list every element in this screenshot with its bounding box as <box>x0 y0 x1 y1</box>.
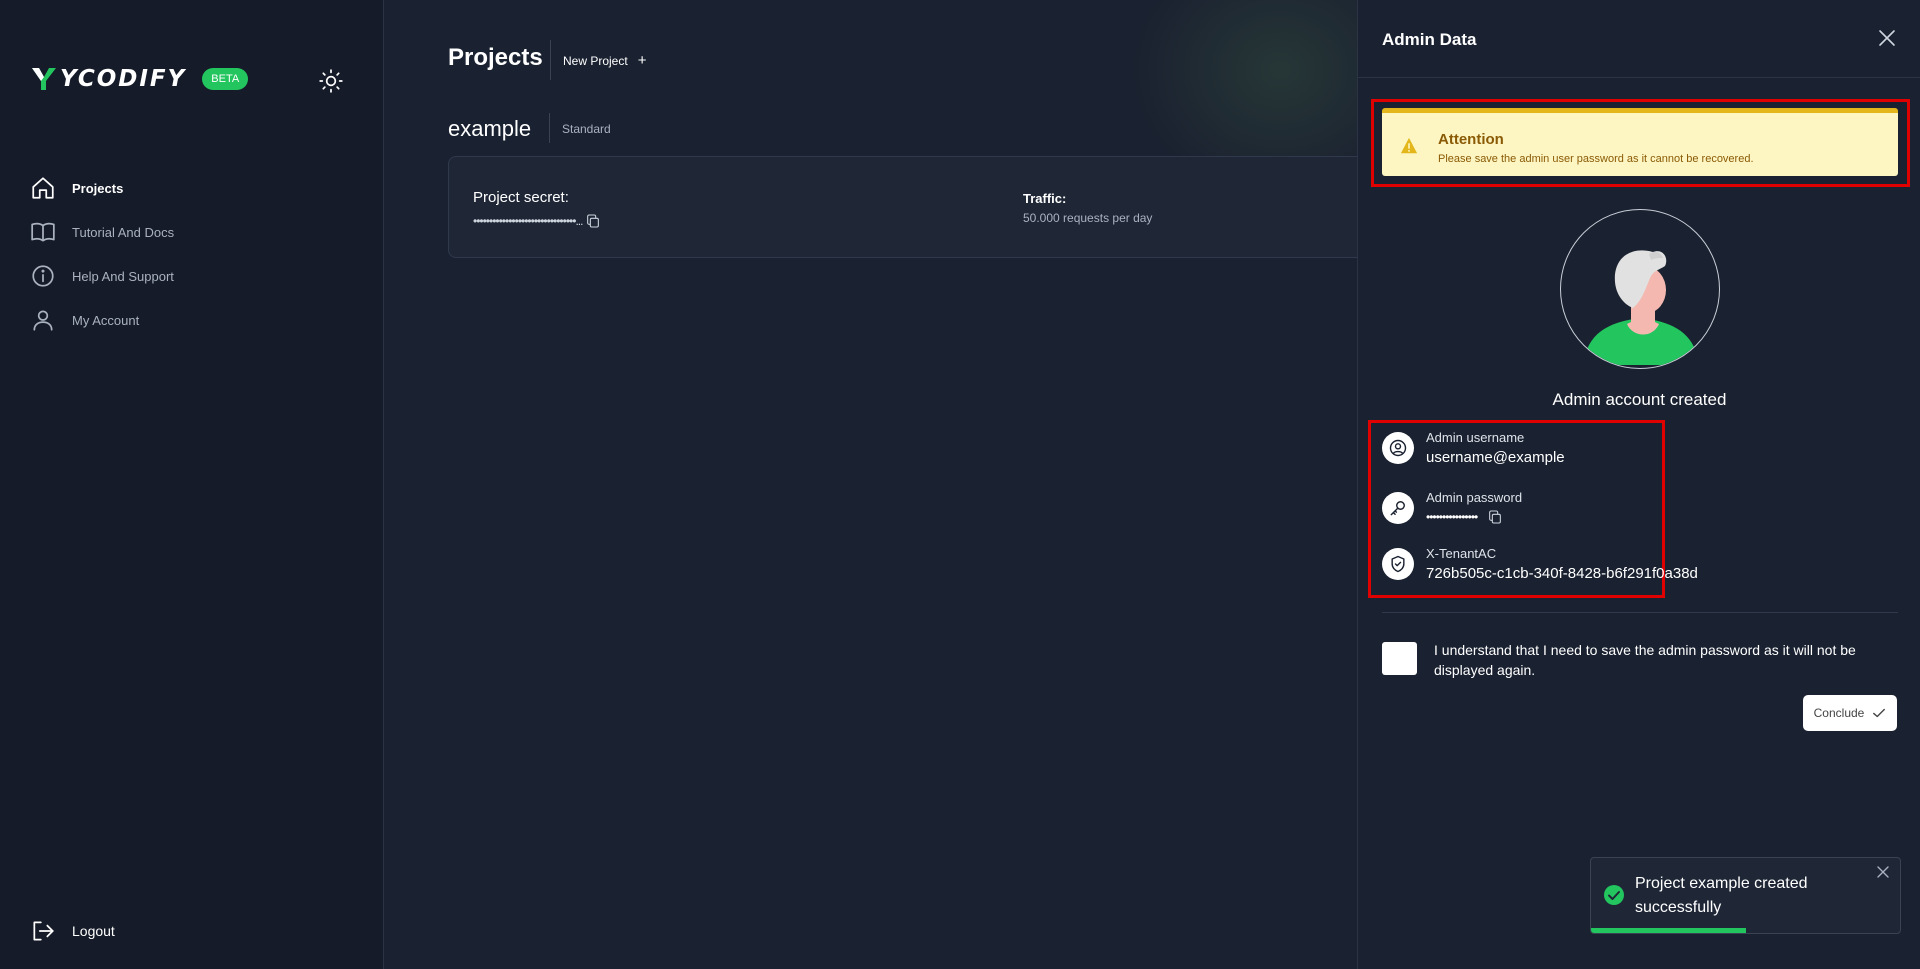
brand-name: YCODIFY <box>60 66 187 92</box>
project-divider <box>549 113 550 143</box>
close-icon[interactable] <box>1877 28 1897 48</box>
project-plan: Standard <box>562 122 611 136</box>
brand-logo[interactable]: YCODIFY BETA <box>30 66 249 92</box>
conclude-label: Conclude <box>1813 706 1865 720</box>
check-icon <box>1873 708 1886 718</box>
plus-icon: + <box>637 52 647 69</box>
alert-text: Please save the admin user password as i… <box>1438 153 1754 165</box>
user-circle-icon <box>1382 432 1414 464</box>
tenant-label: X-TenantAC <box>1426 546 1497 561</box>
admin-username-value: username@example <box>1426 449 1565 466</box>
logout-button[interactable]: Logout <box>30 918 115 944</box>
project-secret-label: Project secret: <box>473 189 569 206</box>
avatar <box>1560 209 1720 369</box>
logo-mark-icon <box>32 68 56 90</box>
sun-icon[interactable] <box>318 68 344 94</box>
sidebar-item-projects[interactable]: Projects <box>30 166 360 210</box>
sidebar-nav: Projects Tutorial And Docs Help And Supp… <box>30 166 360 342</box>
warning-icon <box>1400 137 1418 154</box>
logout-icon <box>33 921 54 941</box>
new-project-label: New Project <box>563 53 628 68</box>
sidebar-item-tutorial-and-docs[interactable]: Tutorial And Docs <box>30 210 360 254</box>
project-card[interactable]: Project secret: ••••••••••••••••••••••••… <box>448 156 1448 258</box>
sidebar-item-label: Projects <box>72 180 124 196</box>
key-icon <box>1382 491 1414 524</box>
confirm-text: I understand that I need to save the adm… <box>1434 642 1856 678</box>
drawer-header: Admin Data <box>1358 0 1920 78</box>
admin-password-masked: •••••••••••••••• <box>1426 510 1478 524</box>
sidebar-item-help-and-support[interactable]: Help And Support <box>30 254 360 298</box>
admin-data-drawer: Admin Data Attention Please save the adm… <box>1357 0 1920 969</box>
drawer-divider <box>1382 612 1898 613</box>
project-secret-value: ••••••••••••••••••••••••••••••••... <box>473 213 601 229</box>
book-icon <box>31 222 55 242</box>
user-icon <box>33 310 53 331</box>
traffic-value: 50.000 requests per day <box>1023 211 1153 225</box>
logout-label: Logout <box>72 923 115 939</box>
admin-password-value: •••••••••••••••• <box>1426 509 1522 525</box>
title-divider <box>550 40 551 80</box>
copy-icon[interactable] <box>1487 509 1503 525</box>
tenant-row: X-TenantAC 726b505c-c1cb-340f-8428-b6f29… <box>1382 546 1698 582</box>
tenant-value: 726b505c-c1cb-340f-8428-b6f291f0a38d <box>1426 565 1698 582</box>
project-name: example <box>448 116 532 141</box>
admin-password-label: Admin password <box>1426 490 1523 505</box>
page-title: Projects <box>448 44 543 71</box>
sidebar-item-my-account[interactable]: My Account <box>30 298 360 342</box>
avatar-illustration-icon <box>1583 250 1699 365</box>
close-icon[interactable] <box>1877 866 1889 878</box>
confirm-checkbox[interactable] <box>1382 642 1417 675</box>
drawer-title: Admin Data <box>1382 30 1477 49</box>
toast-message: Project example created successfully <box>1635 875 1808 916</box>
toast-progress-bar <box>1591 928 1746 933</box>
admin-username-label: Admin username <box>1426 430 1525 445</box>
sidebar: YCODIFY BETA Projects Tutorial And Docs <box>0 0 384 969</box>
sidebar-item-label: Help And Support <box>72 268 174 284</box>
copy-icon[interactable] <box>585 213 601 229</box>
conclude-button[interactable]: Conclude <box>1803 695 1897 731</box>
home-icon <box>32 177 54 199</box>
info-icon <box>32 265 54 287</box>
admin-username-row: Admin username username@example <box>1382 430 1565 466</box>
project-secret-masked: ••••••••••••••••••••••••••••••••... <box>473 214 583 228</box>
admin-created-title: Admin account created <box>1552 390 1727 409</box>
success-toast: Project example created successfully <box>1590 857 1901 934</box>
attention-alert: Attention Please save the admin user pas… <box>1382 108 1898 176</box>
beta-badge: BETA <box>202 68 249 90</box>
alert-title: Attention <box>1438 131 1504 148</box>
admin-password-row: Admin password •••••••••••••••• <box>1382 490 1522 525</box>
sidebar-item-label: My Account <box>72 312 140 328</box>
sidebar-item-label: Tutorial And Docs <box>72 224 175 240</box>
shield-check-icon <box>1382 548 1414 580</box>
traffic-label: Traffic: <box>1023 191 1067 206</box>
new-project-button[interactable]: New Project + <box>563 52 646 69</box>
check-circle-icon <box>1604 885 1624 905</box>
